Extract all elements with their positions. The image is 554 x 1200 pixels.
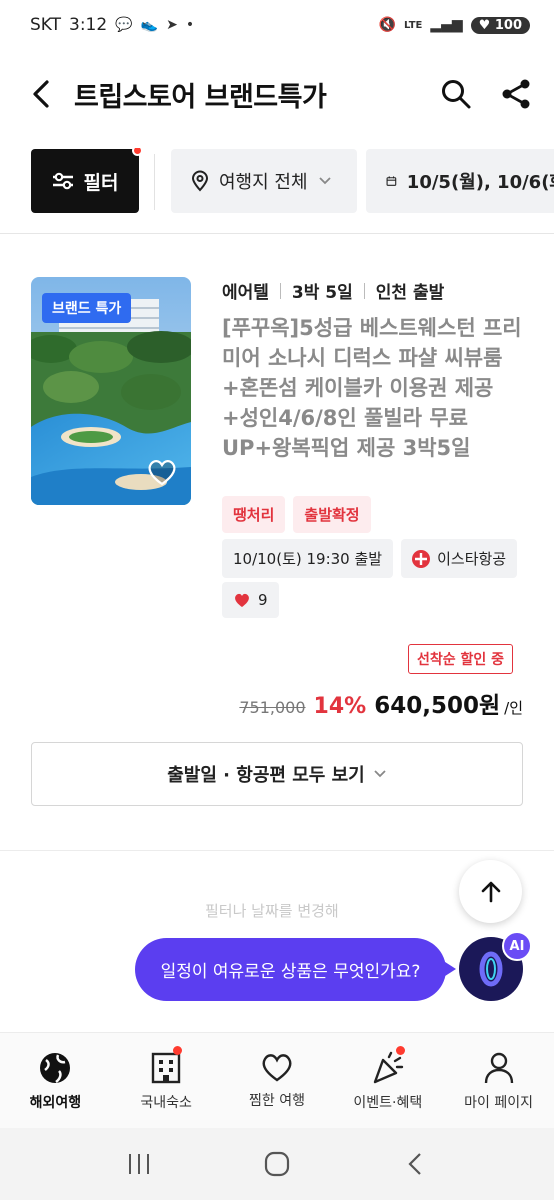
- view-all-label: 출발일 · 항공편 모두 보기: [167, 765, 365, 786]
- filter-bar: 필터 여행지 전체 10/5(월), 10/6(화: [0, 148, 554, 214]
- search-button[interactable]: [438, 76, 474, 112]
- card-divider: [0, 850, 554, 851]
- meta-separator: [279, 282, 281, 299]
- product-departure-city: 인천 출발: [375, 283, 445, 303]
- status-bar: SKT 3:12 💬 👟 ➤ • 🔇 LTE ▂▄▆ ♥ 100: [0, 0, 554, 50]
- home-button[interactable]: [263, 1150, 291, 1178]
- promo-badge: 선착순 할인 중: [408, 644, 514, 674]
- sliders-icon: [52, 172, 73, 190]
- calendar-icon: [386, 176, 397, 186]
- header-divider: [0, 233, 554, 234]
- airline-logo-icon: [412, 549, 431, 568]
- talk-icon: 💬: [115, 17, 133, 33]
- filter-notification-dot: [132, 148, 143, 156]
- back-button[interactable]: [24, 76, 60, 112]
- globe-icon: [40, 1053, 71, 1083]
- clock: 3:12: [69, 15, 108, 35]
- battery-level: 100: [494, 17, 522, 33]
- building-icon: [151, 1052, 181, 1084]
- ai-badge: AI: [502, 931, 532, 961]
- product-image[interactable]: 브랜드 특가: [31, 277, 191, 505]
- ai-ring-icon: [479, 951, 503, 987]
- nav-label: 마이 페이지: [464, 1095, 534, 1111]
- battery-indicator: ♥ 100: [470, 16, 530, 34]
- chevron-down-icon: [318, 177, 331, 185]
- search-icon: [442, 80, 471, 109]
- nav-wishlist[interactable]: 찜한 여행: [222, 1033, 333, 1128]
- brand-deal-badge: 브랜드 특가: [42, 293, 132, 323]
- heart-icon: [262, 1054, 292, 1082]
- nav-label: 국내숙소: [140, 1095, 192, 1111]
- location-pin-icon: [191, 170, 209, 192]
- shoe-icon: 👟: [140, 17, 159, 33]
- product-title[interactable]: [푸꾸옥]5성급 베스트웨스턴 프리미어 소나시 디럭스 파샬 씨뷰룸+혼똔섬 …: [222, 313, 528, 463]
- discount-rate: 14%: [313, 694, 367, 719]
- heart-outline-icon: [148, 460, 176, 486]
- recent-apps-button[interactable]: [126, 1151, 152, 1177]
- product-meta: 에어텔 3박 5일 인천 출발: [222, 278, 444, 303]
- chevron-down-icon: [374, 770, 386, 778]
- back-nav-button[interactable]: [402, 1151, 428, 1177]
- nav-events[interactable]: 이벤트·혜택: [332, 1033, 443, 1128]
- ai-suggestion-bubble[interactable]: 일정이 여유로운 상품은 무엇인가요?: [135, 938, 456, 1001]
- nav-label: 해외여행: [29, 1095, 82, 1111]
- signal-icon: ▂▄▆: [430, 17, 463, 33]
- telegram-icon: ➤: [166, 17, 178, 33]
- arrow-up-icon: [481, 881, 500, 902]
- filter-button[interactable]: 필터: [31, 148, 143, 213]
- app-header: 트립스토어 브랜드특가: [0, 58, 554, 130]
- party-popper-icon: [373, 1051, 403, 1084]
- nav-my-page[interactable]: 마이 페이지: [443, 1033, 554, 1128]
- airline-pill: 이스타항공: [401, 539, 518, 578]
- view-all-dates-button[interactable]: 출발일 · 항공편 모두 보기: [31, 742, 523, 806]
- carrier: SKT: [30, 15, 62, 35]
- sale-price: 640,500원: [374, 693, 501, 719]
- product-tags: 땡처리 출발확정: [222, 496, 371, 533]
- person-icon: [484, 1052, 513, 1084]
- likes-value: 9: [258, 591, 268, 609]
- nav-domestic-stay[interactable]: 국내숙소: [111, 1033, 222, 1128]
- heart-filled-icon: [235, 593, 249, 607]
- chevron-left-icon: [33, 80, 49, 108]
- departure-time: 10/10(토) 19:30 출발: [222, 539, 394, 578]
- price-unit: /인: [504, 699, 523, 717]
- flight-info: 10/10(토) 19:30 출발 이스타항공: [222, 539, 518, 578]
- system-navigation-bar: [0, 1128, 554, 1200]
- destination-label: 여행지 전체: [219, 172, 308, 193]
- mute-icon: 🔇: [378, 17, 396, 33]
- nav-overseas-travel[interactable]: 해외여행: [0, 1033, 111, 1128]
- product-type: 에어텔: [222, 283, 269, 303]
- date-label: 10/5(월), 10/6(화: [406, 172, 554, 193]
- like-count: 9: [222, 582, 279, 618]
- nav-label: 찜한 여행: [249, 1093, 305, 1109]
- tag-confirmed: 출발확정: [293, 496, 371, 533]
- dot-icon: •: [185, 17, 195, 33]
- nav-label: 이벤트·혜택: [353, 1095, 423, 1111]
- original-price: 751,000: [239, 698, 306, 717]
- network-label: LTE: [403, 19, 423, 31]
- filter-divider: [154, 154, 155, 210]
- tag-last-minute: 땡처리: [222, 496, 286, 533]
- page-title: 트립스토어 브랜드특가: [74, 81, 327, 113]
- nav-notification-dot: [172, 1046, 182, 1055]
- price-row: 751,000 14% 640,500원 /인: [239, 686, 523, 720]
- bottom-navigation: 해외여행 국내숙소 찜한 여행 이벤트·혜택 마이 페이지: [0, 1032, 554, 1128]
- scroll-to-top-button[interactable]: [459, 860, 522, 923]
- share-button[interactable]: [498, 76, 534, 112]
- date-filter[interactable]: 10/5(월), 10/6(화: [366, 149, 554, 213]
- airline-name: 이스타항공: [437, 550, 507, 568]
- product-duration: 3박 5일: [291, 283, 353, 303]
- filter-label: 필터: [83, 171, 119, 194]
- wishlist-button[interactable]: [145, 455, 179, 489]
- empty-hint-text: 필터나 날짜를 변경해: [205, 902, 339, 920]
- share-icon: [502, 79, 530, 109]
- ai-suggestion-text: 일정이 여유로운 상품은 무엇인가요?: [160, 962, 421, 982]
- destination-filter[interactable]: 여행지 전체: [171, 149, 357, 213]
- meta-separator: [363, 282, 365, 299]
